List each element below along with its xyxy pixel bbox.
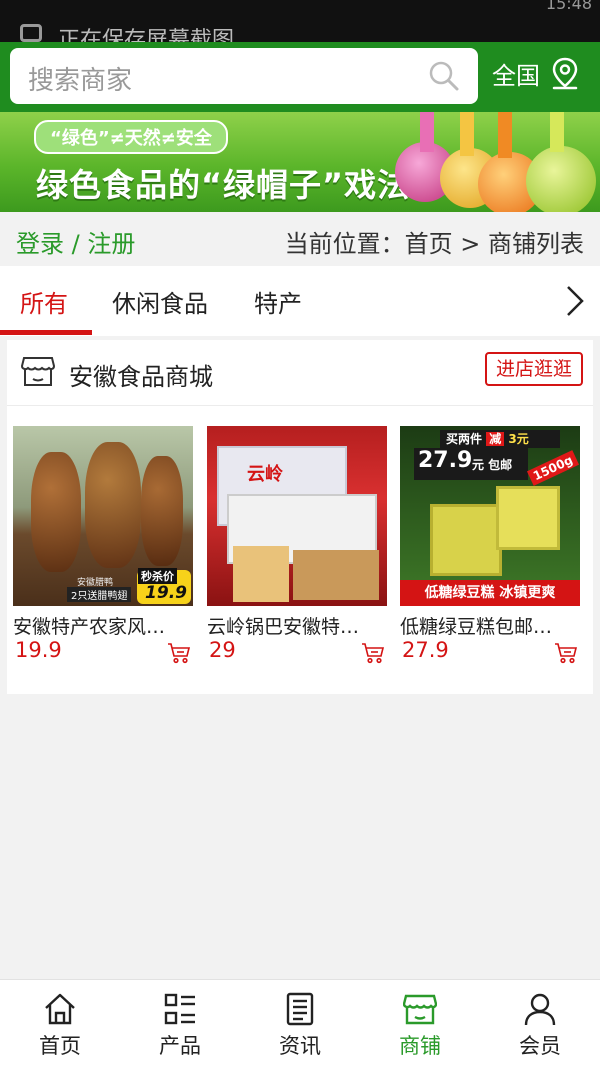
paint-splash: [460, 112, 474, 156]
cart-icon[interactable]: [554, 642, 578, 664]
region-selector[interactable]: 全国: [492, 56, 580, 91]
cake-illustration: [496, 486, 560, 550]
weight-badge: 1500g: [526, 450, 580, 486]
current-location: 当前位置：首页 > 商铺列表: [284, 230, 584, 258]
store-card: 安徽食品商城 进店逛逛 秒杀价 19.9 安徽腊鸭 2只送腊鸭翅 安徽特产农家风…: [7, 340, 593, 694]
product-image[interactable]: 秒杀价 19.9 安徽腊鸭 2只送腊鸭翅: [13, 426, 193, 606]
nav-news[interactable]: 资讯: [240, 992, 360, 1060]
product-price: 19.9: [15, 638, 62, 662]
clock: 15:48: [545, 0, 592, 13]
promo-text-three-yuan: 3元: [508, 432, 529, 446]
product-image[interactable]: 买两件 减 3元 27.9 元 包邮 1500g 低糖绿豆糕 冰镇更爽: [400, 426, 580, 606]
login-register-link[interactable]: 登录 / 注册: [16, 224, 135, 259]
breadcrumb: 登录 / 注册 当前位置：首页 > 商铺列表: [0, 212, 600, 266]
top-header: 搜索商家 全国: [0, 42, 600, 112]
box-illustration: [233, 546, 289, 602]
nav-label: 资讯: [279, 1034, 321, 1058]
nav-label: 会员: [519, 1034, 561, 1058]
promo-shipping: 元 包邮: [472, 458, 513, 472]
fruit-illustration: [526, 146, 596, 212]
image-footer: 低糖绿豆糕 冰镇更爽: [400, 580, 580, 606]
price-tag-label: 秒杀价: [138, 568, 177, 584]
nav-member[interactable]: 会员: [480, 992, 600, 1060]
product-price: 29: [209, 638, 236, 662]
promo-price: 27.9: [418, 448, 473, 473]
tab-specialty[interactable]: 特产: [254, 284, 302, 319]
product-card[interactable]: 秒杀价 19.9 安徽腊鸭 2只送腊鸭翅 安徽特产农家风… 19.9: [13, 426, 193, 664]
nav-products[interactable]: 产品: [120, 992, 240, 1060]
tab-snacks[interactable]: 休闲食品: [112, 284, 208, 319]
product-name: 安徽特产农家风…: [13, 616, 166, 638]
store-icon: [21, 357, 55, 386]
bottom-navigation: 首页 产品 资讯 商铺 会员: [0, 979, 600, 1067]
paint-splash: [550, 112, 564, 152]
home-icon: [45, 993, 75, 1025]
search-icon[interactable]: [428, 60, 460, 92]
price-tag-value: 19.9: [145, 583, 187, 603]
grid-list-icon: [164, 993, 195, 1025]
product-name: 云岭锅巴安徽特…: [207, 616, 360, 638]
search-placeholder: 搜索商家: [28, 66, 133, 96]
status-bar: 正在保存屏幕截图 15:48: [0, 0, 600, 42]
nav-stores[interactable]: 商铺: [360, 992, 480, 1060]
location-icon: [552, 57, 578, 89]
banner-headline: 绿色食品的“绿帽子”戏法: [36, 166, 411, 204]
chevron-right-icon[interactable]: [564, 284, 586, 318]
paint-splash: [498, 112, 512, 158]
product-price: 27.9: [402, 638, 449, 662]
promo-text-buy-two: 买两件: [446, 432, 483, 446]
nav-home[interactable]: 首页: [0, 992, 120, 1060]
paint-splash: [420, 112, 434, 152]
notification-text: 正在保存屏幕截图: [58, 28, 235, 42]
nav-label: 产品: [159, 1034, 201, 1058]
banner-tag: “绿色”≠天然≠安全: [34, 120, 228, 154]
nav-label: 商铺: [399, 1034, 441, 1058]
search-input[interactable]: 搜索商家: [10, 48, 478, 104]
duck-illustration: [85, 442, 141, 568]
brand-text: 云岭: [247, 464, 283, 485]
nav-label: 首页: [39, 1034, 81, 1058]
screenshot-icon: [20, 24, 42, 42]
product-card[interactable]: 买两件 减 3元 27.9 元 包邮 1500g 低糖绿豆糕 冰镇更爽 低糖绿豆…: [400, 426, 580, 664]
active-tab-indicator: [0, 330, 92, 335]
cake-illustration: [430, 504, 502, 576]
product-name: 低糖绿豆糕包邮…: [400, 616, 553, 638]
product-image[interactable]: 云岭: [207, 426, 387, 606]
duck-illustration: [31, 452, 81, 572]
store-icon: [403, 994, 437, 1025]
cart-icon[interactable]: [167, 642, 191, 664]
store-header: 安徽食品商城 进店逛逛: [7, 340, 593, 406]
tab-all[interactable]: 所有: [20, 284, 68, 319]
product-card[interactable]: 云岭 云岭锅巴安徽特… 29: [207, 426, 387, 664]
duck-illustration: [141, 456, 183, 566]
category-tabs: 所有 休闲食品 特产: [0, 266, 600, 336]
news-icon: [286, 992, 314, 1026]
promo-line-1: 买两件 减 3元: [446, 430, 529, 447]
box-illustration: [293, 550, 379, 600]
image-caption: 2只送腊鸭翅: [67, 587, 132, 602]
promo-banner[interactable]: “绿色”≠天然≠安全 绿色食品的“绿帽子”戏法: [0, 112, 600, 212]
promo-text-minus: 减: [486, 432, 505, 446]
user-icon: [524, 993, 556, 1026]
store-name: 安徽食品商城: [69, 363, 213, 391]
region-label: 全国: [492, 62, 540, 90]
visit-store-button[interactable]: 进店逛逛: [485, 352, 583, 386]
cart-icon[interactable]: [361, 642, 385, 664]
